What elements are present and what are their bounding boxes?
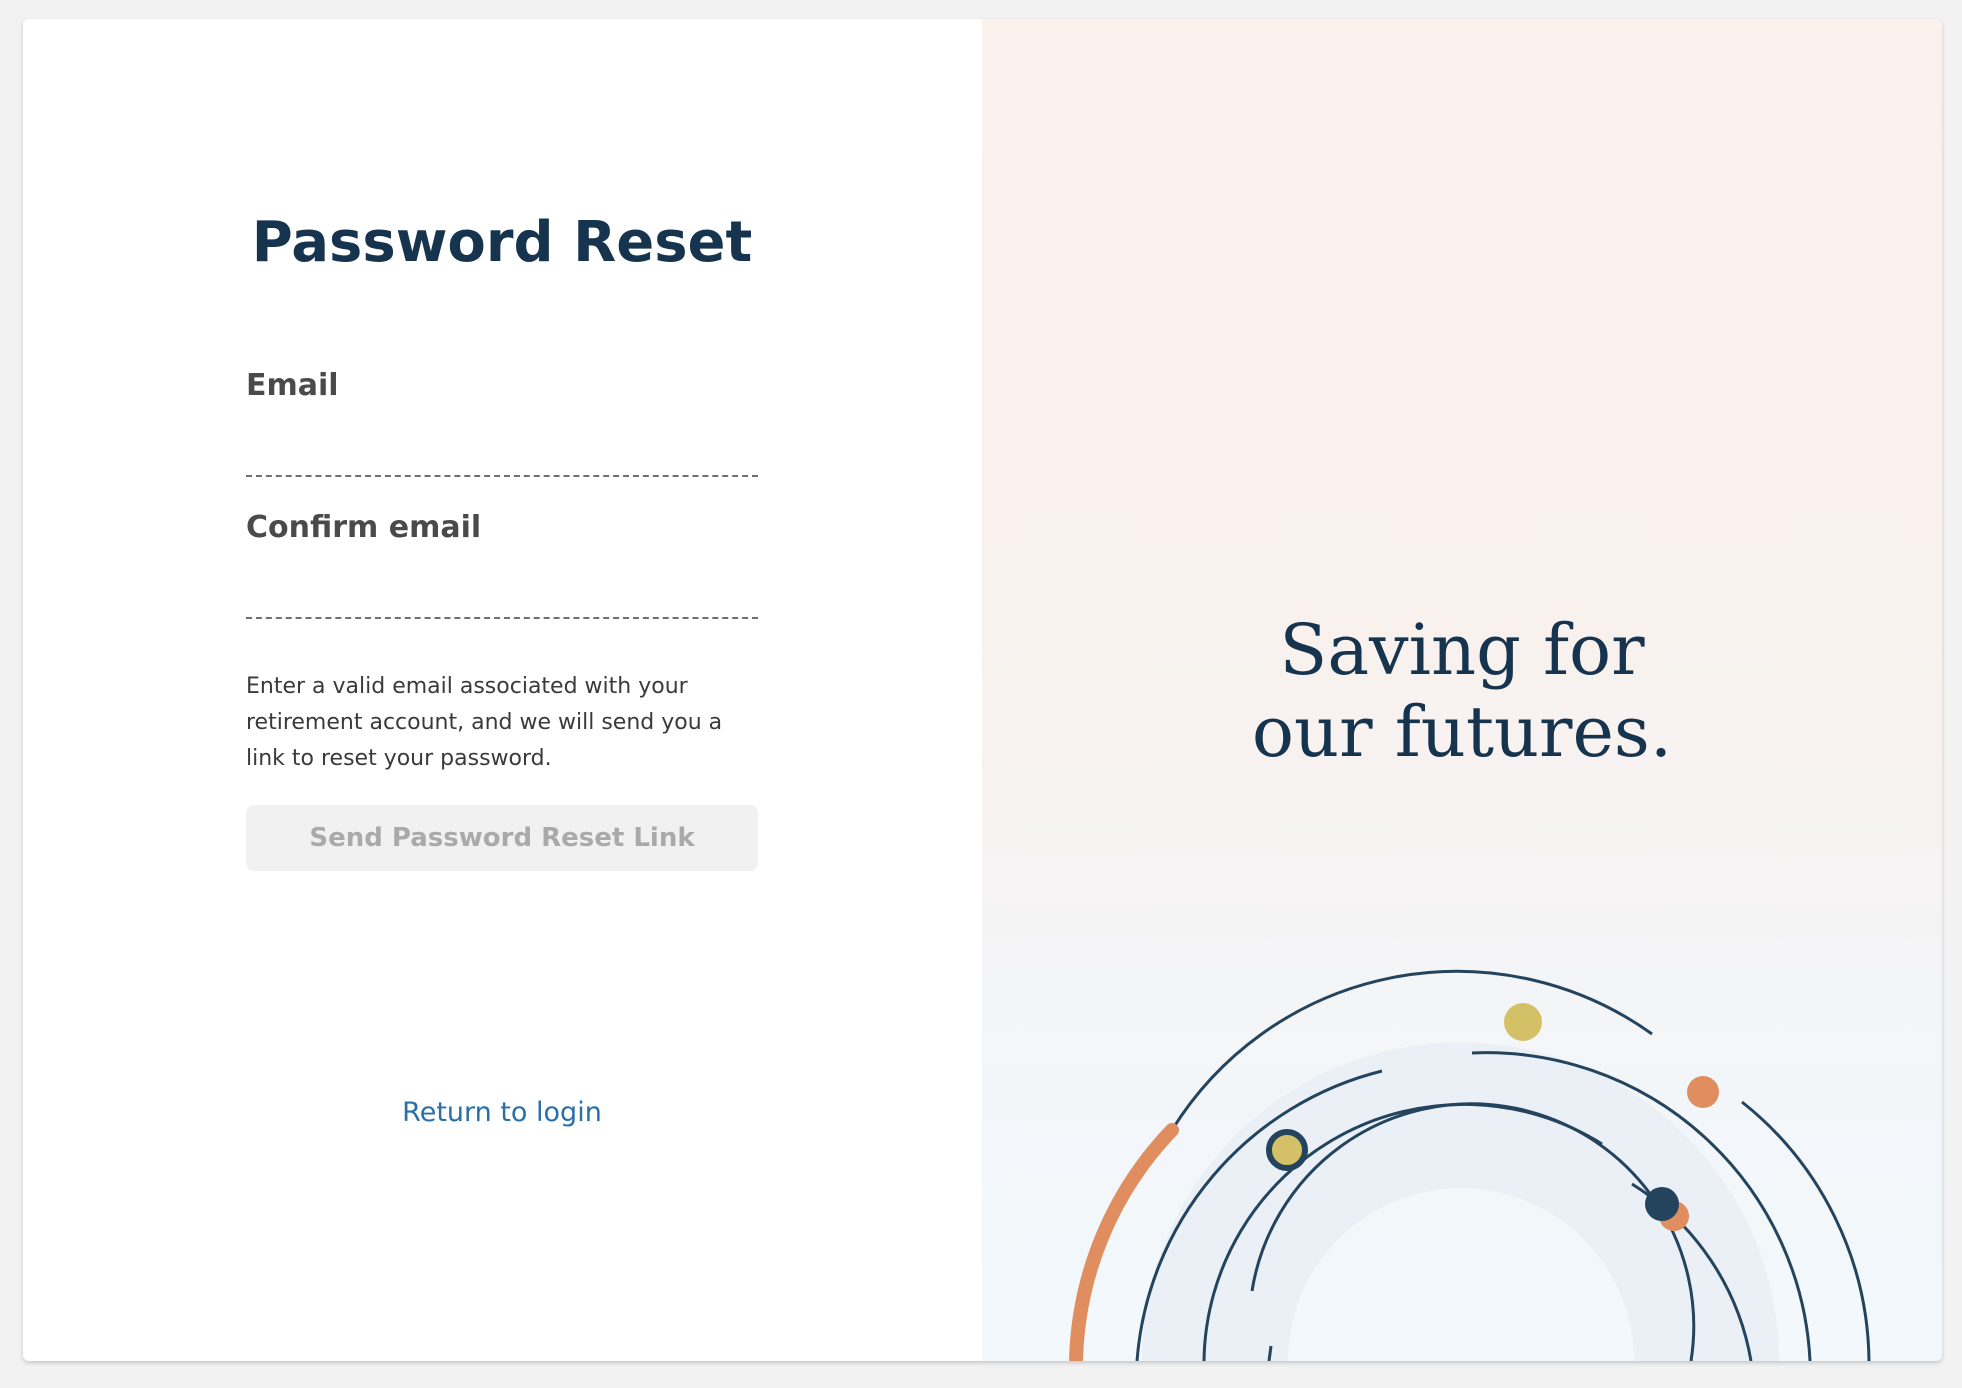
gold-node-ringed (1266, 1129, 1308, 1171)
promo-panel: Saving for our futures. (982, 19, 1942, 1361)
help-text: Enter a valid email associated with your… (246, 674, 723, 771)
form-panel: Password Reset Email Confirm email Enter… (23, 19, 982, 1361)
confirm-email-label: Confirm email (246, 510, 482, 545)
page-title: Password Reset (251, 210, 753, 275)
orbit-illustration (1069, 969, 1871, 1361)
gold-node-top (1504, 1003, 1542, 1041)
inner-arc-stub (1267, 1345, 1273, 1361)
email-label: Email (246, 368, 339, 403)
orbit-band (1142, 1042, 1779, 1361)
password-reset-card: Password Reset Email Confirm email Enter… (23, 19, 1942, 1361)
return-to-login-link[interactable]: Return to login (246, 1095, 758, 1130)
navy-node (1645, 1187, 1679, 1221)
send-reset-link-button[interactable]: Send Password Reset Link (246, 805, 758, 871)
email-input[interactable] (246, 427, 758, 477)
orange-node-right (1687, 1076, 1719, 1108)
confirm-email-input[interactable] (246, 569, 758, 619)
